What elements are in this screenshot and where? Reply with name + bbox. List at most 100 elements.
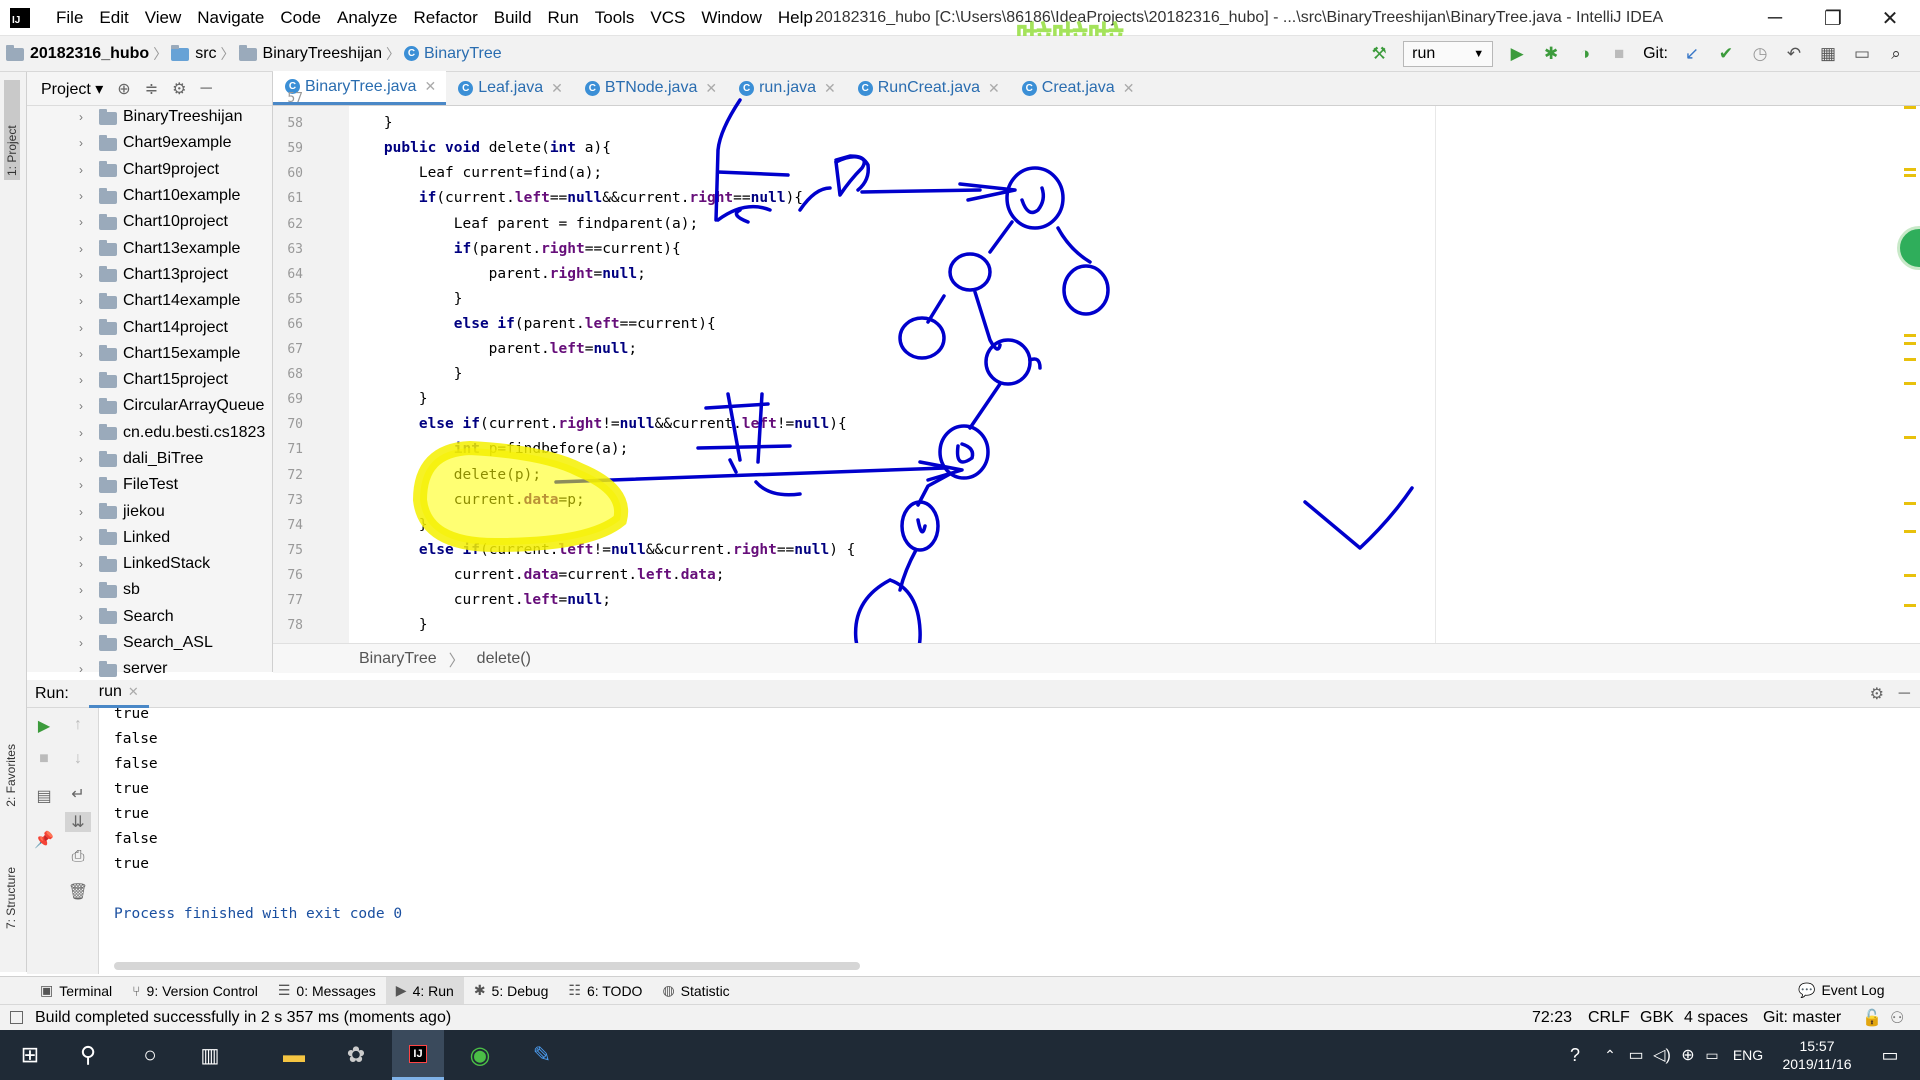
tree-item[interactable]: › sb [27,577,272,603]
tree-item[interactable]: › jiekou [27,498,272,524]
windows-start-icon[interactable]: ⊞ [6,1030,54,1080]
locate-icon[interactable]: ⊕ [117,79,130,99]
breadcrumb-src[interactable]: src [195,45,216,63]
stop-run-icon[interactable]: ■ [31,750,57,768]
chevron-right-icon[interactable]: › [79,557,99,571]
menu-view[interactable]: View [137,0,190,36]
editor-tab[interactable]: C RunCreat.java ✕ [846,71,1010,105]
chevron-right-icon[interactable]: › [79,505,99,519]
editor-error-stripe[interactable] [1900,106,1920,643]
close-tab-icon[interactable]: ✕ [424,78,436,95]
stripe-marker[interactable] [1904,342,1916,345]
project-structure-icon[interactable]: ▦ [1818,44,1838,64]
chevron-right-icon[interactable]: › [79,426,99,440]
tree-item[interactable]: › Chart15example [27,341,272,367]
menu-run[interactable]: Run [540,0,587,36]
chevron-right-icon[interactable]: › [79,478,99,492]
breadcrumb-class[interactable]: BinaryTree [424,45,502,63]
chevron-right-icon[interactable]: › [79,136,99,150]
tree-item[interactable]: › Search_ASL [27,630,272,656]
console-output[interactable]: true false false true true false true Process f… [99,706,1920,974]
tree-item[interactable]: › Chart10project [27,209,272,235]
globe-icon[interactable]: ⊕ [1676,1030,1700,1080]
editor-breadcrumb-method[interactable]: delete() [477,650,531,668]
chevron-right-icon[interactable]: › [79,347,99,361]
tree-item[interactable]: › BinaryTreeshijan [27,104,272,130]
input-language[interactable]: ENG [1728,1030,1768,1080]
chevron-right-icon[interactable]: › [79,294,99,308]
chevron-right-icon[interactable]: › [79,189,99,203]
chevron-right-icon[interactable]: › [79,610,99,624]
tree-item[interactable]: › cn.edu.besti.cs1823 [27,420,272,446]
tool-tab[interactable]: ▣ Terminal [30,977,122,1005]
editor-tab[interactable]: C Creat.java ✕ [1010,71,1145,105]
file-encoding[interactable]: GBK [1640,1009,1674,1027]
status-message[interactable]: Build completed successfully in 2 s 357 … [35,1009,451,1027]
git-commit-icon[interactable]: ✔ [1716,44,1736,64]
close-tab-icon[interactable]: ✕ [551,80,563,97]
chevron-right-icon[interactable]: › [79,531,99,545]
debug-icon[interactable]: ✱ [1541,44,1561,64]
taskbar-search-icon[interactable]: ⚲ [64,1030,112,1080]
settings-gear-icon[interactable]: ⚙ [172,79,186,99]
chevron-right-icon[interactable]: › [79,321,99,335]
tool-tab[interactable]: ✱ 5: Debug [464,977,559,1005]
menu-window[interactable]: Window [693,0,769,36]
git-update-icon[interactable]: ↙ [1682,44,1702,64]
task-view-icon[interactable]: ▥ [186,1030,234,1080]
tool-tab[interactable]: ◍ Statistic [652,977,739,1005]
project-tool-button[interactable]: 1: Project [4,80,20,180]
menu-help[interactable]: Help [770,0,821,36]
print-icon[interactable]: ⎙ [65,848,91,866]
scroll-down-icon[interactable]: ↓ [65,750,91,768]
stripe-marker[interactable] [1904,502,1916,505]
console-horizontal-scrollbar[interactable] [114,962,860,970]
battery-icon[interactable]: ▭ [1700,1030,1724,1080]
tree-item[interactable]: › server [27,656,272,682]
intellij-taskbar-icon[interactable]: IJ [392,1030,444,1080]
collapse-all-icon[interactable]: ≑ [145,79,158,99]
notes-app-icon[interactable]: ✎ [516,1030,568,1080]
event-log-button[interactable]: 💬 Event Log [1798,976,1885,1004]
app-icon[interactable]: ✿ [330,1030,382,1080]
breadcrumb-project[interactable]: 20182316_hubo [30,45,149,63]
build-hammer-icon[interactable]: ⚒ [1369,44,1389,64]
tool-tab[interactable]: ▶ 4: Run [385,976,464,1005]
hide-run-panel-icon[interactable]: ─ [1899,685,1910,703]
code-editor[interactable]: return false; } public void delete(int a… [349,106,1920,643]
project-view-selector[interactable]: Project ▾ [41,79,103,99]
close-button[interactable]: ✕ [1860,0,1920,36]
menu-build[interactable]: Build [486,0,540,36]
menu-file[interactable]: File [48,0,91,36]
tree-item[interactable]: › dali_BiTree [27,446,272,472]
file-explorer-icon[interactable]: ▬ [268,1030,320,1080]
editor-tab[interactable]: C Leaf.java ✕ [446,71,573,105]
tree-item[interactable]: › Search [27,604,272,630]
stripe-marker[interactable] [1904,334,1916,337]
restore-button[interactable]: ❐ [1803,0,1863,36]
menu-code[interactable]: Code [272,0,329,36]
breadcrumb-package[interactable]: BinaryTreeshijan [263,45,382,63]
chevron-right-icon[interactable]: › [79,110,99,124]
status-toggle-icon[interactable] [10,1011,23,1024]
tree-item[interactable]: › LinkedStack [27,551,272,577]
git-branch[interactable]: Git: master [1763,1009,1841,1027]
search-icon[interactable]: ⌕ [1886,44,1906,64]
menu-navigate[interactable]: Navigate [189,0,272,36]
tool-tab[interactable]: ☷ 6: TODO [558,977,652,1005]
intellij-logo-icon[interactable]: IJ [10,8,30,28]
git-history-icon[interactable]: ◷ [1750,44,1770,64]
help-icon[interactable]: ? [1560,1030,1590,1080]
hide-panel-icon[interactable]: ─ [200,80,211,98]
tree-item[interactable]: › Chart10example [27,183,272,209]
lock-icon[interactable]: 🔓 [1862,1008,1882,1028]
run-settings-gear-icon[interactable]: ⚙ [1870,684,1884,704]
stripe-marker[interactable] [1904,168,1916,171]
chevron-right-icon[interactable]: › [79,268,99,282]
cortana-icon[interactable]: ○ [126,1030,174,1080]
soft-wrap-icon[interactable]: ↵ [65,784,91,804]
coverage-icon[interactable]: ◑ [1575,44,1595,64]
chevron-right-icon[interactable]: › [79,399,99,413]
menu-vcs[interactable]: VCS [642,0,693,36]
chevron-right-icon[interactable]: › [79,583,99,597]
